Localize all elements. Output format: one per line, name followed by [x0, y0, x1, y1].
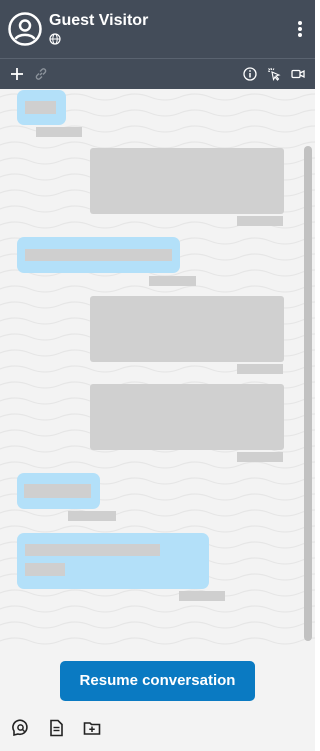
visitor-name: Guest Visitor: [49, 12, 149, 29]
incoming-message: [17, 533, 209, 589]
search-chat-icon[interactable]: [11, 719, 29, 737]
message-timestamp: [179, 591, 225, 601]
globe-icon: [49, 33, 61, 45]
info-icon[interactable]: [243, 67, 257, 81]
scrollbar-thumb[interactable]: [304, 146, 312, 641]
outgoing-message: [90, 148, 284, 214]
link-icon[interactable]: [34, 67, 48, 81]
user-avatar-icon[interactable]: [8, 12, 42, 46]
incoming-message: [17, 237, 180, 273]
message-list[interactable]: [0, 89, 315, 645]
chat-footer: Resume conversation: [0, 645, 315, 751]
message-timestamp: [237, 452, 283, 462]
outgoing-message: [90, 296, 284, 362]
chat-toolbar: [0, 58, 315, 89]
outgoing-message: [90, 384, 284, 450]
message-timestamp: [237, 216, 283, 226]
add-icon[interactable]: [10, 67, 24, 81]
incoming-message: [17, 90, 66, 125]
message-timestamp: [36, 127, 82, 137]
incoming-message: [17, 473, 100, 509]
cursor-click-icon[interactable]: [267, 67, 281, 81]
message-timestamp: [149, 276, 196, 286]
chat-header: Guest Visitor: [0, 0, 315, 58]
document-icon[interactable]: [47, 719, 65, 737]
add-folder-icon[interactable]: [83, 719, 101, 737]
message-timestamp: [68, 511, 116, 521]
resume-conversation-button[interactable]: Resume conversation: [60, 661, 255, 701]
message-timestamp: [237, 364, 283, 374]
kebab-menu-icon[interactable]: [297, 20, 303, 38]
video-icon[interactable]: [291, 67, 305, 81]
